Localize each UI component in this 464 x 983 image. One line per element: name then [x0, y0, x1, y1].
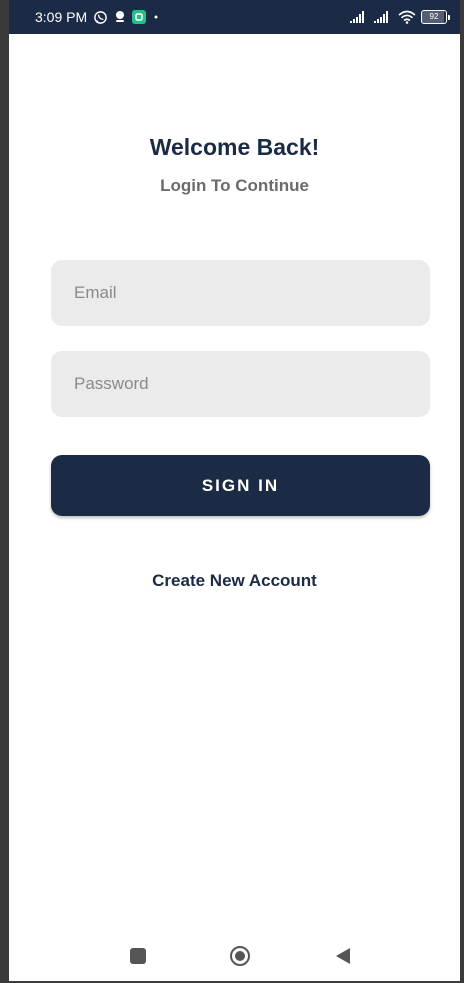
sign-in-button[interactable]: SIGN IN: [51, 455, 430, 516]
welcome-title: Welcome Back!: [149, 134, 320, 160]
signal-icon: [350, 11, 369, 23]
home-icon: [229, 945, 251, 967]
whatsapp-icon: [93, 10, 108, 25]
email-field[interactable]: [51, 260, 430, 326]
back-button[interactable]: [323, 936, 363, 976]
wifi-icon: [398, 10, 416, 24]
battery-tip: [448, 14, 450, 20]
welcome-subtitle: Login To Continue: [160, 176, 309, 195]
back-icon: [335, 947, 351, 965]
status-right: 92: [350, 10, 450, 24]
battery-body: 92: [421, 10, 447, 24]
battery-level-text: 92: [429, 12, 439, 21]
home-button[interactable]: [220, 936, 260, 976]
create-account-link[interactable]: Create New Account: [9, 571, 460, 591]
signal-icon-2: [374, 11, 393, 23]
battery-icon: 92: [421, 10, 450, 24]
recents-button[interactable]: [118, 936, 158, 976]
phone-screen: 3:09 PM 92 Welcome Back! Login To Contin…: [0, 0, 464, 983]
status-left: 3:09 PM: [35, 9, 160, 25]
notification-icon: [114, 10, 126, 24]
password-field[interactable]: [51, 351, 430, 417]
navigation-bar: [9, 936, 460, 976]
recents-icon: [129, 947, 147, 965]
app-icon: [132, 10, 147, 24]
status-time: 3:09 PM: [35, 9, 88, 25]
status-bar: 3:09 PM 92: [9, 0, 460, 34]
dot-icon: [152, 13, 160, 21]
